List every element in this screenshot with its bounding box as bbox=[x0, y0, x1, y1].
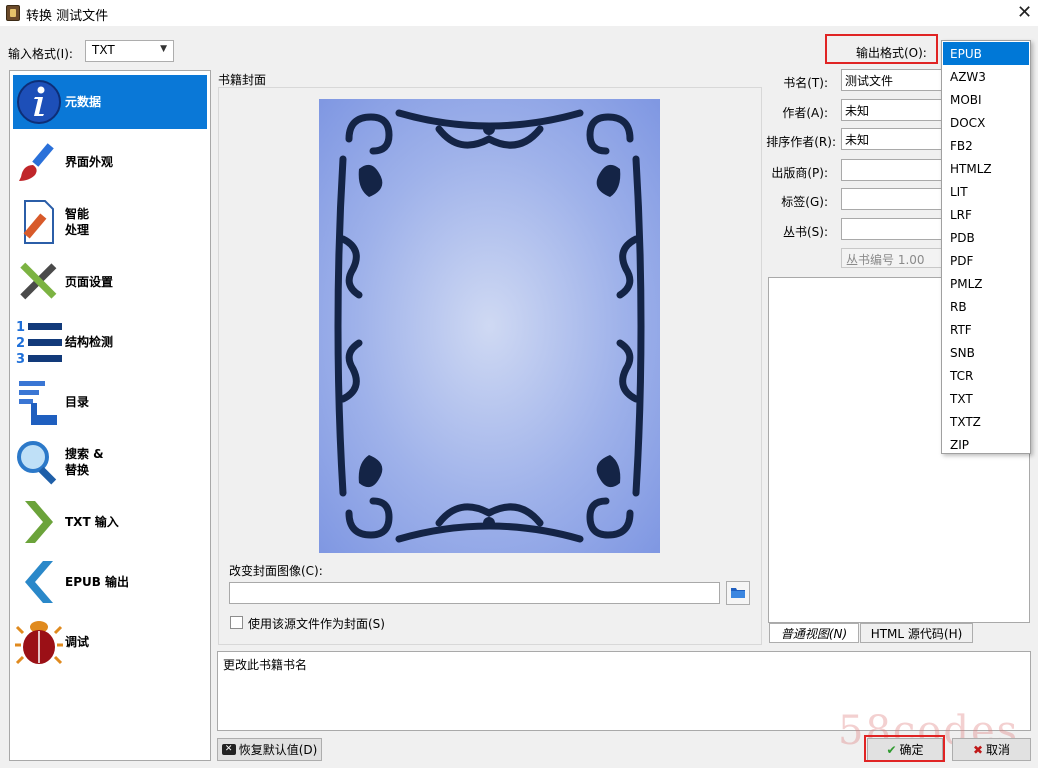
series-number-spinbox[interactable]: 丛书编号 1.00 bbox=[841, 248, 942, 268]
ok-highlight bbox=[864, 735, 945, 762]
use-source-cover-label: 使用该源文件作为封面(S) bbox=[248, 617, 385, 631]
dropdown-option[interactable]: RB bbox=[943, 295, 1029, 318]
output-format-label: 输出格式(O): bbox=[856, 46, 927, 60]
chevron-down-icon: ▼ bbox=[160, 44, 167, 54]
cancel-button[interactable]: ✖ 取消 bbox=[952, 738, 1031, 761]
dropdown-option[interactable]: PDB bbox=[943, 226, 1029, 249]
arrow-right-icon bbox=[13, 497, 65, 547]
sidebar-item-label: EPUB 输出 bbox=[65, 575, 130, 589]
publisher-label: 出版商(P): bbox=[771, 166, 828, 180]
dropdown-option[interactable]: RTF bbox=[943, 318, 1029, 341]
input-format-select[interactable]: TXT ▼ bbox=[85, 40, 174, 62]
cover-group-title: 书籍封面 bbox=[218, 73, 267, 87]
folder-icon bbox=[730, 585, 746, 602]
sidebar-item-label: 元数据 bbox=[65, 95, 102, 109]
ornament-border-icon bbox=[334, 109, 645, 543]
output-format-dropdown[interactable]: EPUB AZW3 MOBI DOCX FB2 HTMLZ LIT LRF PD… bbox=[941, 40, 1031, 454]
toc-icon bbox=[13, 377, 65, 427]
dropdown-option[interactable]: ZIP bbox=[943, 433, 1029, 456]
author-label: 作者(A): bbox=[782, 106, 828, 120]
restore-defaults-label: 恢复默认值(D) bbox=[238, 743, 318, 757]
series-input[interactable] bbox=[841, 218, 942, 240]
dropdown-option[interactable]: PMLZ bbox=[943, 272, 1029, 295]
dropdown-option[interactable]: LRF bbox=[943, 203, 1029, 226]
dropdown-option[interactable]: DOCX bbox=[943, 111, 1029, 134]
info-icon bbox=[13, 77, 65, 127]
sidebar-item-txt-input[interactable]: TXT 输入 bbox=[13, 495, 207, 549]
restore-defaults-button[interactable]: ✕ 恢复默认值(D) bbox=[217, 738, 322, 761]
sidebar-item-label: 智能 处理 bbox=[65, 207, 90, 237]
input-format-value: TXT bbox=[92, 43, 115, 57]
dropdown-option[interactable]: LIT bbox=[943, 180, 1029, 203]
window-title: 转换 测试文件 bbox=[26, 9, 109, 24]
cover-image bbox=[319, 99, 660, 553]
dropdown-option[interactable]: TXTZ bbox=[943, 410, 1029, 433]
sidebar-item-label: 界面外观 bbox=[65, 155, 114, 169]
sidebar-item-label: 调试 bbox=[65, 635, 90, 649]
dropdown-option[interactable]: SNB bbox=[943, 341, 1029, 364]
title-bar: 转换 测试文件 ✕ bbox=[0, 0, 1038, 26]
sidebar-item-label: 页面设置 bbox=[65, 275, 114, 289]
tags-input[interactable] bbox=[841, 188, 942, 210]
sidebar-item-epub-output[interactable]: EPUB 输出 bbox=[13, 555, 207, 609]
dropdown-option[interactable]: MOBI bbox=[943, 88, 1029, 111]
cancel-label: 取消 bbox=[986, 743, 1011, 757]
change-cover-label: 改变封面图像(C): bbox=[229, 564, 323, 578]
dropdown-option[interactable]: FB2 bbox=[943, 134, 1029, 157]
sidebar-item-toc[interactable]: 目录 bbox=[13, 375, 207, 429]
publisher-input[interactable] bbox=[841, 159, 942, 181]
series-label: 丛书(S): bbox=[782, 225, 828, 239]
browse-cover-button[interactable] bbox=[726, 581, 750, 605]
close-icon[interactable]: ✕ bbox=[1017, 2, 1032, 23]
dropdown-option[interactable]: EPUB bbox=[943, 42, 1029, 65]
brush-icon bbox=[13, 137, 65, 187]
tab-normal-view[interactable]: 普通视图(N) bbox=[769, 623, 859, 643]
input-format-label: 输入格式(I): bbox=[8, 47, 73, 61]
dropdown-option[interactable]: PDF bbox=[943, 249, 1029, 272]
sidebar-item-structure[interactable]: 1 2 3 结构检测 bbox=[13, 315, 207, 369]
sidebar-item-debug[interactable]: 调试 bbox=[13, 615, 207, 669]
cover-path-input[interactable] bbox=[229, 582, 720, 604]
sidebar-item-look-feel[interactable]: 界面外观 bbox=[13, 135, 207, 189]
arrow-left-icon bbox=[13, 557, 65, 607]
numbered-list-icon: 1 2 3 bbox=[13, 317, 65, 367]
dropdown-option[interactable]: TCR bbox=[943, 364, 1029, 387]
svg-text:2: 2 bbox=[16, 336, 25, 351]
tags-label: 标签(G): bbox=[781, 195, 828, 209]
dropdown-option[interactable]: HTMLZ bbox=[943, 157, 1029, 180]
author-sort-input[interactable]: 未知 bbox=[841, 128, 942, 150]
svg-text:3: 3 bbox=[16, 352, 25, 367]
tools-icon bbox=[13, 257, 65, 307]
sidebar-item-label: 结构检测 bbox=[65, 335, 114, 349]
magnifier-icon bbox=[13, 437, 65, 487]
sidebar-item-label: 目录 bbox=[65, 395, 90, 409]
sidebar: 元数据 界面外观 智能 处理 页面设置 1 2 3 结构检测 目录 搜索 & 替… bbox=[9, 70, 211, 761]
author-sort-label: 排序作者(R): bbox=[766, 135, 836, 149]
title-input[interactable]: 测试文件 bbox=[841, 69, 942, 91]
sidebar-item-label: 搜索 & 替换 bbox=[65, 447, 104, 477]
tab-html-source[interactable]: HTML 源代码(H) bbox=[860, 623, 973, 643]
svg-text:1: 1 bbox=[16, 320, 25, 335]
sidebar-item-page-setup[interactable]: 页面设置 bbox=[13, 255, 207, 309]
use-source-cover-checkbox[interactable] bbox=[230, 616, 243, 629]
sidebar-item-search-replace[interactable]: 搜索 & 替换 bbox=[13, 435, 207, 489]
cancel-icon: ✖ bbox=[972, 742, 984, 757]
document-pen-icon bbox=[13, 197, 65, 247]
title-label: 书名(T): bbox=[783, 76, 828, 90]
bug-icon bbox=[13, 617, 65, 667]
dropdown-option[interactable]: AZW3 bbox=[943, 65, 1029, 88]
app-book-icon bbox=[6, 5, 20, 21]
author-input[interactable]: 未知 bbox=[841, 99, 942, 121]
clear-icon: ✕ bbox=[221, 744, 236, 755]
sidebar-item-heuristic[interactable]: 智能 处理 bbox=[13, 195, 207, 249]
sidebar-item-label: TXT 输入 bbox=[65, 515, 119, 529]
dropdown-option[interactable]: TXT bbox=[943, 387, 1029, 410]
sidebar-item-metadata[interactable]: 元数据 bbox=[13, 75, 207, 129]
